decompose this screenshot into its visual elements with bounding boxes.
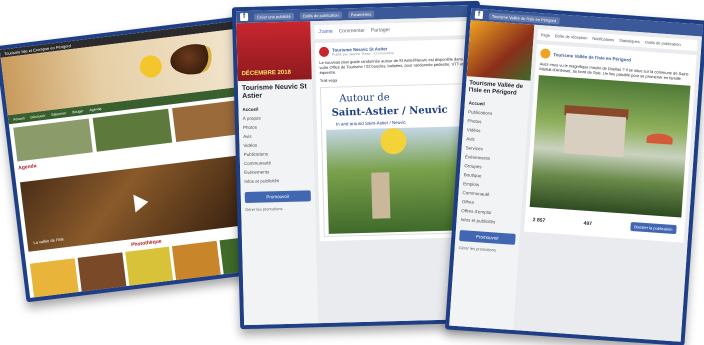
promote-button[interactable]: Promouvoir [244,190,311,204]
page-menu: Accueil À propos Photos Avis Vidéos Publ… [238,101,314,188]
post-photo[interactable] [529,75,691,218]
website-nav-item[interactable]: Accueil [13,116,25,121]
tab-page[interactable]: Page [541,32,551,38]
page-cover-image: DÉCEMBRE 2018 [236,21,312,82]
tab-insights[interactable]: Statistiques [619,38,640,44]
post-author[interactable]: Tourisme Vallée de l'Isle en Périgord [553,52,631,62]
tab-publishing-tools[interactable]: Outils de publication [645,39,681,47]
guide-cover-image[interactable]: Autour de Saint-Astier / Neuvic In and a… [319,83,474,237]
website-nav-item[interactable]: Bouger [72,109,84,114]
menu-item-info-ads[interactable]: Infos et publicités [244,175,310,186]
tab-inbox[interactable]: Boîte de réception [555,33,588,40]
photo-mill-house [563,113,627,158]
guide-title-line-2: Saint-Astier / Neuvic [331,104,448,119]
website-video-caption: La vallée de l'Isle [33,236,65,246]
website-nav-item[interactable]: Séjourner [51,111,67,117]
post-header: Tourisme Neuvic St Astier Publié par Jea… [318,43,469,58]
website-card[interactable] [13,118,93,162]
facebook-isle-screenshot: f Tourisme Vallée de l'Isle en Périgord … [444,4,704,345]
website-agenda-title[interactable]: Agenda [18,163,38,179]
website-nav-item[interactable]: Découvrir [30,113,45,119]
guide-tower-photo [371,172,391,219]
website-nav-item[interactable]: Agenda [89,106,101,111]
top-bar-item[interactable]: Paramètres [347,10,375,18]
play-icon[interactable] [133,192,150,213]
hero-food-image [168,41,218,77]
facebook-sidebar: DÉCEMBRE 2018 Tourisme Neuvic St Astier … [236,21,319,330]
photo-umbrella [646,132,674,145]
top-bar-item[interactable]: Outils de publication [299,10,342,20]
comment-button[interactable]: Commenter [339,28,365,35]
facebook-logo-icon[interactable]: f [239,12,249,22]
guide-subtitle: In and around Saint-Astier / Neuvic [335,119,406,127]
page-name[interactable]: Tourisme Neuvic St Astier [238,79,313,103]
manage-promotions-link[interactable]: Gérer les promotions [458,245,514,254]
page-actions: J'aime Commenter Partager [314,21,473,40]
page-cover-image [466,20,535,81]
post-text: Le nouveau plan guide randonnée autour d… [319,56,464,76]
promote-button[interactable]: Promouvoir [459,230,516,245]
gallery-image[interactable] [172,240,222,282]
gallery-image[interactable] [124,246,174,288]
post-tag: Trail vega [319,77,338,84]
top-bar-item[interactable]: Créer une publicité [253,12,294,21]
share-button[interactable]: Partager [371,27,390,34]
gallery-image[interactable] [77,252,127,294]
tab-notifications[interactable]: Notifications [592,36,614,43]
guide-title-line-1: Autour de [339,92,390,105]
facebook-feed: Page Boîte de réception Notifications St… [512,24,702,345]
post: Tourisme Vallée de l'Isle en Périgord Av… [523,43,697,243]
page-menu: Accueil Publications Photos Vidéos Avis … [456,96,529,230]
gallery-image[interactable] [29,258,79,300]
like-button[interactable]: J'aime [318,29,332,35]
stat-follows: 497 [583,220,593,227]
cover-date-text: DÉCEMBRE 2018 [241,69,292,78]
avatar[interactable] [318,46,330,58]
boost-post-button[interactable]: Booster la publication [629,221,677,235]
avatar[interactable] [540,48,551,59]
facebook-logo-icon[interactable]: f [474,10,484,20]
hero-fruit-image [138,54,164,79]
stat-likes: 2 857 [532,216,546,224]
manage-promotions-link[interactable]: Gérer les promotions [245,205,311,212]
website-card[interactable] [92,108,173,152]
